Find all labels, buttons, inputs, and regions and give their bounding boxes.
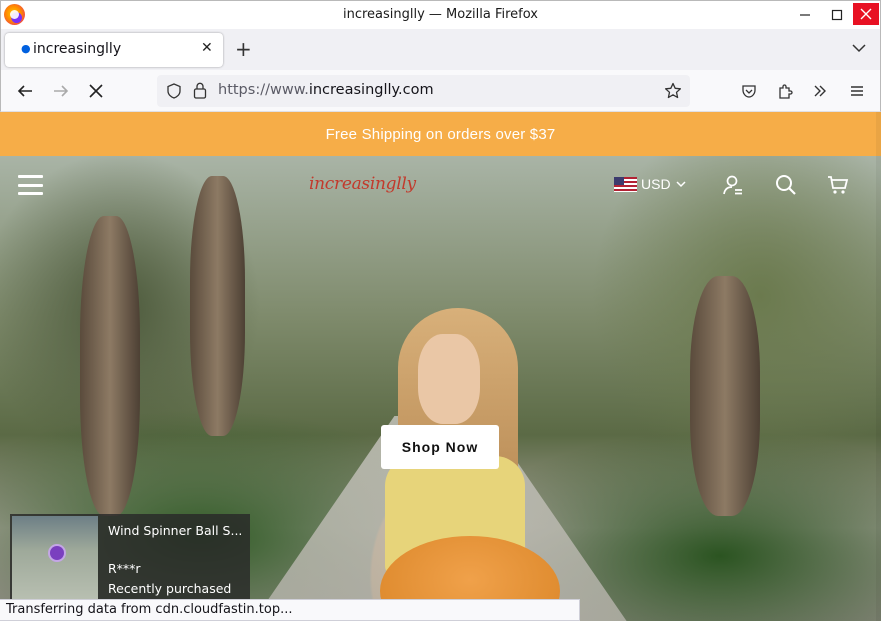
chevron-down-icon bbox=[676, 181, 686, 188]
forward-button[interactable] bbox=[50, 80, 72, 102]
extensions-icon bbox=[778, 83, 793, 99]
popup-status: Recently purchased bbox=[108, 581, 232, 596]
status-bar: Transferring data from cdn.cloudfastin.t… bbox=[0, 599, 580, 621]
stop-button[interactable] bbox=[85, 80, 107, 102]
tab-loading-dot: ● bbox=[21, 42, 31, 55]
recent-purchase-popup[interactable]: Wind Spinner Ball S... R***r Recently pu… bbox=[10, 514, 250, 604]
navigation-toolbar: https://www.increasinglly.com bbox=[0, 70, 881, 112]
flag-us-icon bbox=[614, 176, 637, 192]
back-icon bbox=[17, 85, 32, 97]
tab-label: increasinglly bbox=[33, 41, 122, 57]
maximize-button[interactable] bbox=[823, 1, 851, 29]
site-logo[interactable]: increasinglly bbox=[309, 174, 416, 194]
url-prefix: https://www. bbox=[218, 82, 309, 98]
site-header: increasinglly USD bbox=[0, 156, 881, 216]
product-thumbnail[interactable] bbox=[12, 516, 98, 602]
close-window-button[interactable] bbox=[853, 3, 879, 25]
currency-label: USD bbox=[641, 176, 671, 192]
shop-now-button[interactable]: Shop Now bbox=[381, 425, 499, 469]
extensions-button[interactable] bbox=[774, 80, 796, 102]
lock-icon[interactable] bbox=[193, 82, 207, 99]
url-domain: increasinglly.com bbox=[308, 82, 434, 98]
currency-selector[interactable]: USD bbox=[614, 176, 687, 192]
list-all-tabs-button[interactable] bbox=[851, 40, 867, 56]
pocket-icon bbox=[742, 85, 756, 98]
popup-product-name[interactable]: Wind Spinner Ball S... bbox=[108, 523, 242, 538]
bookmark-star-icon[interactable] bbox=[664, 82, 682, 100]
pocket-button[interactable] bbox=[738, 80, 760, 102]
close-icon bbox=[860, 8, 872, 20]
hero-tree-trunk bbox=[690, 276, 760, 516]
overflow-button[interactable] bbox=[809, 80, 831, 102]
promo-banner[interactable]: Free Shipping on orders over $37 bbox=[0, 112, 881, 156]
forward-icon bbox=[54, 85, 69, 97]
tab-increasinglly[interactable]: ● increasinglly ✕ bbox=[5, 33, 223, 67]
hero-model-face bbox=[418, 334, 480, 424]
app-menu-button[interactable] bbox=[846, 80, 868, 102]
close-tab-button[interactable]: ✕ bbox=[201, 40, 213, 56]
minimize-button[interactable] bbox=[791, 1, 819, 29]
page-scrollbar[interactable] bbox=[876, 112, 881, 621]
stop-icon bbox=[89, 84, 103, 98]
menu-icon bbox=[851, 86, 863, 96]
window-titlebar: increasinglly — Mozilla Firefox bbox=[0, 0, 881, 29]
maximize-icon bbox=[831, 9, 843, 21]
overflow-icon bbox=[814, 85, 826, 97]
new-tab-button[interactable]: + bbox=[235, 37, 252, 61]
account-icon[interactable] bbox=[722, 174, 744, 196]
back-button[interactable] bbox=[14, 80, 36, 102]
minimize-icon bbox=[800, 14, 810, 16]
hamburger-icon[interactable] bbox=[18, 175, 43, 195]
window-title: increasinglly — Mozilla Firefox bbox=[342, 7, 539, 22]
promo-text: Free Shipping on orders over $37 bbox=[325, 125, 556, 143]
hero-tree-trunk bbox=[80, 216, 140, 516]
tab-strip: ● increasinglly ✕ + bbox=[0, 29, 881, 70]
search-icon[interactable] bbox=[775, 174, 797, 196]
url-bar[interactable]: https://www.increasinglly.com bbox=[157, 75, 690, 107]
cart-icon[interactable] bbox=[827, 174, 849, 196]
url-text: https://www.increasinglly.com bbox=[218, 82, 434, 98]
popup-customer-name: R***r bbox=[108, 561, 141, 576]
shield-icon[interactable] bbox=[166, 83, 182, 99]
